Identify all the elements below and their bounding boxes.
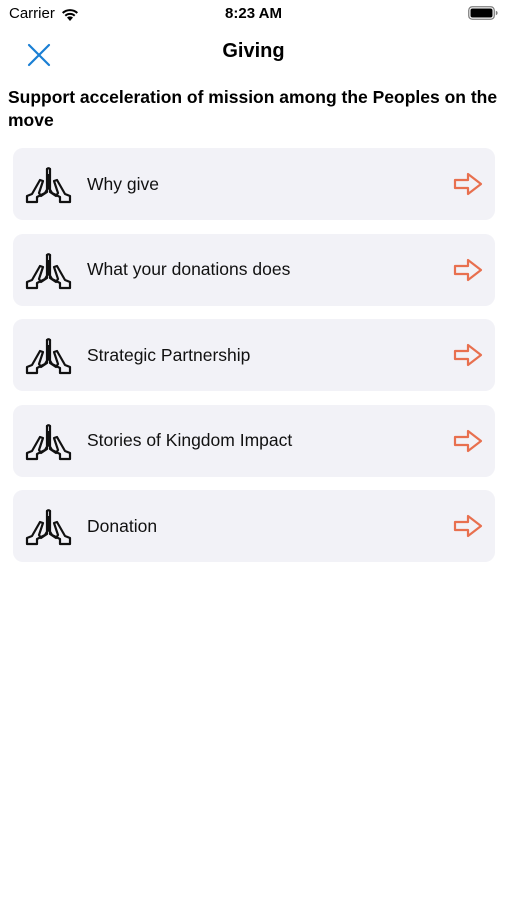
arrow-right-icon xyxy=(453,343,483,367)
giving-menu-list: Why give What your donations does Strate… xyxy=(13,148,495,576)
arrow-right-icon xyxy=(453,514,483,538)
menu-item-label: What your donations does xyxy=(87,259,291,279)
praying-hands-icon xyxy=(25,423,72,460)
menu-item-label: Donation xyxy=(87,515,158,536)
praying-hands-icon xyxy=(25,338,72,375)
menu-item-label: Stories of Kingdom Impact xyxy=(87,430,293,450)
menu-item-stories-of-kingdom-impact[interactable]: Stories of Kingdom Impact xyxy=(13,404,495,477)
page-headline: Support acceleration of mission among th… xyxy=(8,87,498,130)
menu-item-label: Why give xyxy=(87,173,159,194)
menu-item-what-your-donations-does[interactable]: What your donations does xyxy=(13,233,495,306)
arrow-right-icon xyxy=(453,429,483,452)
praying-hands-icon xyxy=(25,167,72,204)
nav-bar: Giving xyxy=(0,28,507,76)
page-title: Giving xyxy=(222,40,285,62)
menu-item-donation[interactable]: Donation xyxy=(13,490,495,562)
status-time: 8:23 AM xyxy=(225,5,282,22)
arrow-right-icon xyxy=(453,172,483,196)
close-button[interactable] xyxy=(22,38,56,72)
close-icon xyxy=(27,43,51,67)
praying-hands-icon xyxy=(25,252,72,289)
arrow-right-icon xyxy=(453,258,483,281)
menu-item-strategic-partnership[interactable]: Strategic Partnership xyxy=(13,319,495,391)
menu-item-why-give[interactable]: Why give xyxy=(13,148,495,220)
menu-item-label: Strategic Partnership xyxy=(87,344,251,365)
battery-icon xyxy=(468,6,498,20)
status-bar: Carrier 8:23 AM xyxy=(0,0,507,28)
praying-hands-icon xyxy=(25,509,72,546)
